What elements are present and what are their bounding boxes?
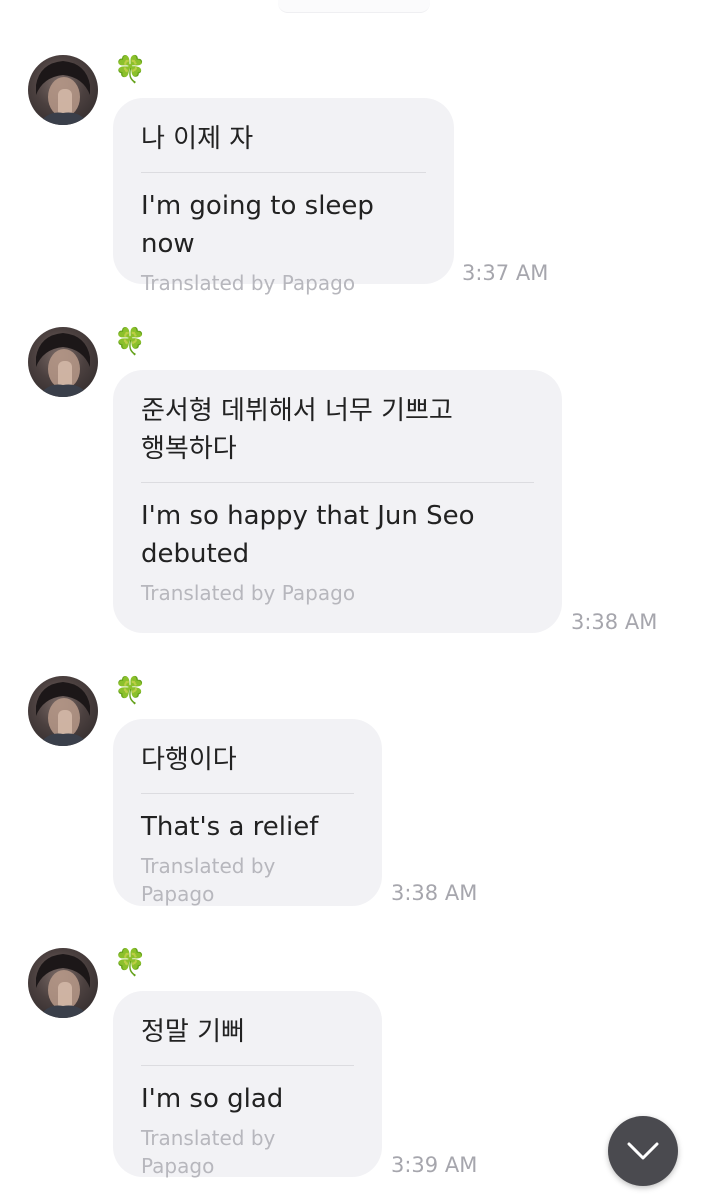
translated-text: That's a relief xyxy=(141,812,319,842)
translated-text: I'm going to sleep now xyxy=(141,191,374,259)
avatar[interactable] xyxy=(28,327,98,397)
translation-credit: Translated by Papago xyxy=(141,1126,276,1178)
message-timestamp: 3:38 AM xyxy=(571,610,658,634)
original-text: 나 이제 자 xyxy=(141,120,426,173)
message-timestamp: 3:39 AM xyxy=(391,1153,478,1177)
message-timestamp: 3:38 AM xyxy=(391,881,478,905)
translation-credit: Translated by Papago xyxy=(141,581,356,605)
translated-text: I'm so glad xyxy=(141,1084,284,1114)
previous-message-edge xyxy=(278,0,430,13)
translated-text: I'm so happy that Jun Seo debuted xyxy=(141,501,475,569)
chevron-down-icon xyxy=(627,1142,659,1160)
message-bubble[interactable]: 준서형 데뷔해서 너무 기쁘고 행복하다 I'm so happy that J… xyxy=(113,370,562,633)
message-bubble[interactable]: 나 이제 자 I'm going to sleep now Translated… xyxy=(113,98,454,295)
original-text: 정말 기뻐 xyxy=(141,1013,354,1066)
translation-credit: Translated by Papago xyxy=(141,854,276,906)
avatar[interactable] xyxy=(28,55,98,125)
original-text: 다행이다 xyxy=(141,741,354,794)
sender-emoji: 🍀 xyxy=(114,55,147,85)
avatar[interactable] xyxy=(28,676,98,746)
message-bubble[interactable]: 다행이다 That's a relief Translated by Papag… xyxy=(113,719,382,906)
message-bubble[interactable]: 정말 기뻐 I'm so glad Translated by Papago xyxy=(113,991,382,1178)
scroll-to-bottom-button[interactable] xyxy=(608,1116,678,1186)
original-text: 준서형 데뷔해서 너무 기쁘고 행복하다 xyxy=(141,392,534,483)
avatar[interactable] xyxy=(28,948,98,1018)
sender-emoji: 🍀 xyxy=(114,327,147,357)
translation-credit: Translated by Papago xyxy=(141,271,356,295)
sender-emoji: 🍀 xyxy=(114,948,147,978)
message-timestamp: 3:37 AM xyxy=(462,261,549,285)
sender-emoji: 🍀 xyxy=(114,676,147,706)
